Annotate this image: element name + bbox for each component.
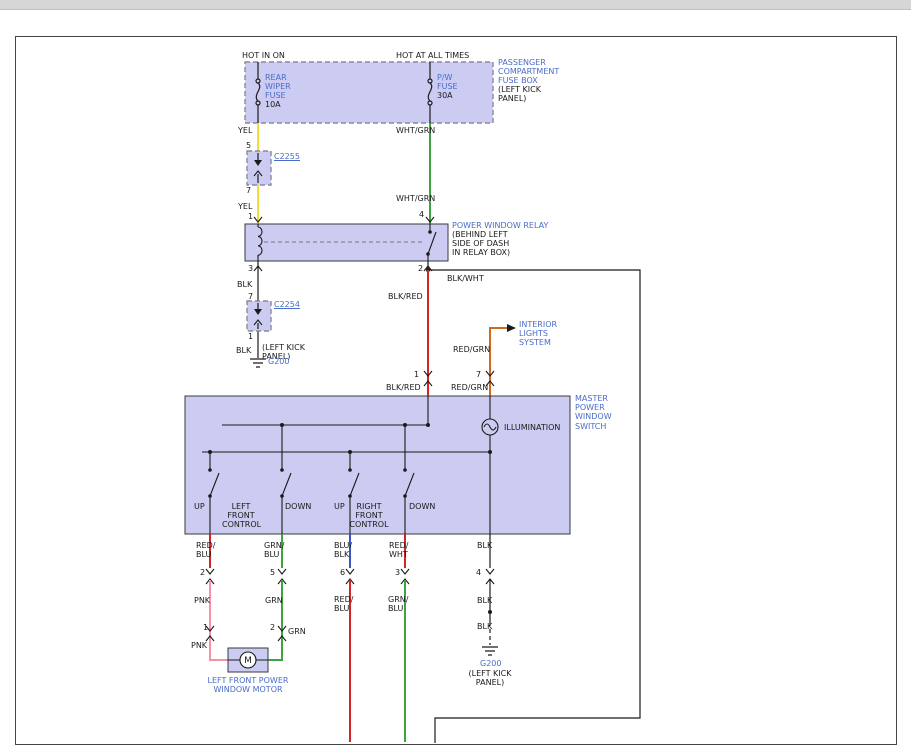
motor-symbol: M [228,648,268,672]
interior-lights-label: INTERIOR LIGHTS SYSTEM [519,320,557,348]
hot-at-all-times-label: HOT AT ALL TIMES [396,51,469,60]
up1-label: UP [194,502,205,511]
ground-run-right [482,580,498,655]
blublk-label-col3: BLU/ BLK [334,541,352,559]
pw-fuse-label: P/W FUSE [437,73,458,91]
yel-label-lower: YEL [238,202,252,211]
redgrn-label-upper: RED/GRN [453,345,490,354]
wire-blkred [424,270,432,396]
blk-label-lower-col5: BLK [477,622,492,631]
pin-1-label-relay: 1 [248,212,253,221]
pin-7-label-c2254: 7 [248,292,253,301]
pnk-label-mid: PNK [194,596,210,605]
redgrn-label-lower: RED/GRN [451,383,488,392]
pin-1-label-switch: 1 [414,370,419,379]
redblu-label-lower-col3: RED/ BLU [334,595,353,613]
up2-label: UP [334,502,345,511]
grn-label-mid: GRN [265,596,283,605]
redwht-label-col4: RED/ WHT [389,541,408,559]
pin-7-label-c2255: 7 [246,186,251,195]
pin-6-label-col3: 6 [340,568,345,577]
ground-right-location: (LEFT KICK PANEL) [468,669,512,687]
down1-label: DOWN [285,502,311,511]
grnblu-label-col2: GRN/ BLU [264,541,284,559]
hot-in-on-label: HOT IN ON [242,51,285,60]
motor-label: LEFT FRONT POWER WINDOW MOTOR [204,676,292,694]
illumination-label: ILLUMINATION [504,423,560,432]
g200-left-label[interactable]: G200 [268,357,289,366]
whtgrn-label-upper: WHT/GRN [396,126,435,135]
pin-3-label-col4: 3 [395,568,400,577]
blk-label-mid-col5: BLK [477,596,492,605]
wire-redgrn [486,324,516,396]
pin-4-label-col5: 4 [476,568,481,577]
whtgrn-label-lower: WHT/GRN [396,194,435,203]
pw-fuse-rating: 30A [437,91,453,100]
pnk-label-lower: PNK [191,641,207,650]
left-front-control-label: LEFT FRONT CONTROL [222,502,260,530]
motor-pin-2-label: 2 [270,623,275,632]
output-wires [206,534,494,742]
blk-label-upper: BLK [237,280,252,289]
pin-5-label-col2: 5 [270,568,275,577]
relay-title: POWER WINDOW RELAY [452,221,548,230]
relay-location: (BEHIND LEFT SIDE OF DASH IN RELAY BOX) [452,230,510,258]
pin-4-label-relay: 4 [419,210,424,219]
redblu-label-col1: RED/ BLU [196,541,215,559]
rear-wiper-fuse-rating: 10A [265,100,281,109]
motor-letter: M [244,656,252,666]
pin-2-label-relay: 2 [418,264,423,273]
blkred-label-upper: BLK/RED [388,292,423,301]
connector-c2255-link[interactable]: C2255 [274,152,300,161]
wiring-diagram-svg: M [0,0,911,745]
grnblu-label-lower-col4: GRN/ BLU [388,595,408,613]
g200-right-label[interactable]: G200 [480,659,501,668]
ground-symbol-right [482,647,498,655]
connector-c2255-symbol [247,151,271,185]
grn-label-lower: GRN [288,627,306,636]
motor-pin-1-label: 1 [203,623,208,632]
yel-label-upper: YEL [238,126,252,135]
interior-lights-arrow [507,324,516,332]
wiring-diagram-screen: M HOT IN ON HOT AT ALL TIMES PASSENGER C… [0,0,911,745]
pin-3-label-relay: 3 [248,264,253,273]
pin-1-label-c2254: 1 [248,332,253,341]
master-switch-title: MASTER POWER WINDOW SWITCH [575,394,612,431]
connector-c2254-link[interactable]: C2254 [274,300,300,309]
pin-5-label: 5 [246,141,251,150]
blkred-label-lower: BLK/RED [386,383,421,392]
right-front-control-label: RIGHT FRONT CONTROL [349,502,389,530]
fusebox-title: PASSENGER COMPARTMENT FUSE BOX [498,58,559,86]
pin-2-label-col1: 2 [200,568,205,577]
rear-wiper-fuse-label: REAR WIPER FUSE [265,73,291,101]
blk-label-col5: BLK [477,541,492,550]
power-window-relay-box [245,224,448,261]
down2-label: DOWN [409,502,435,511]
blkwht-label: BLK/WHT [447,274,484,283]
fusebox-location: (LEFT KICK PANEL) [498,85,541,103]
pin-7-label-switch: 7 [476,370,481,379]
blk-label-lower: BLK [236,346,251,355]
